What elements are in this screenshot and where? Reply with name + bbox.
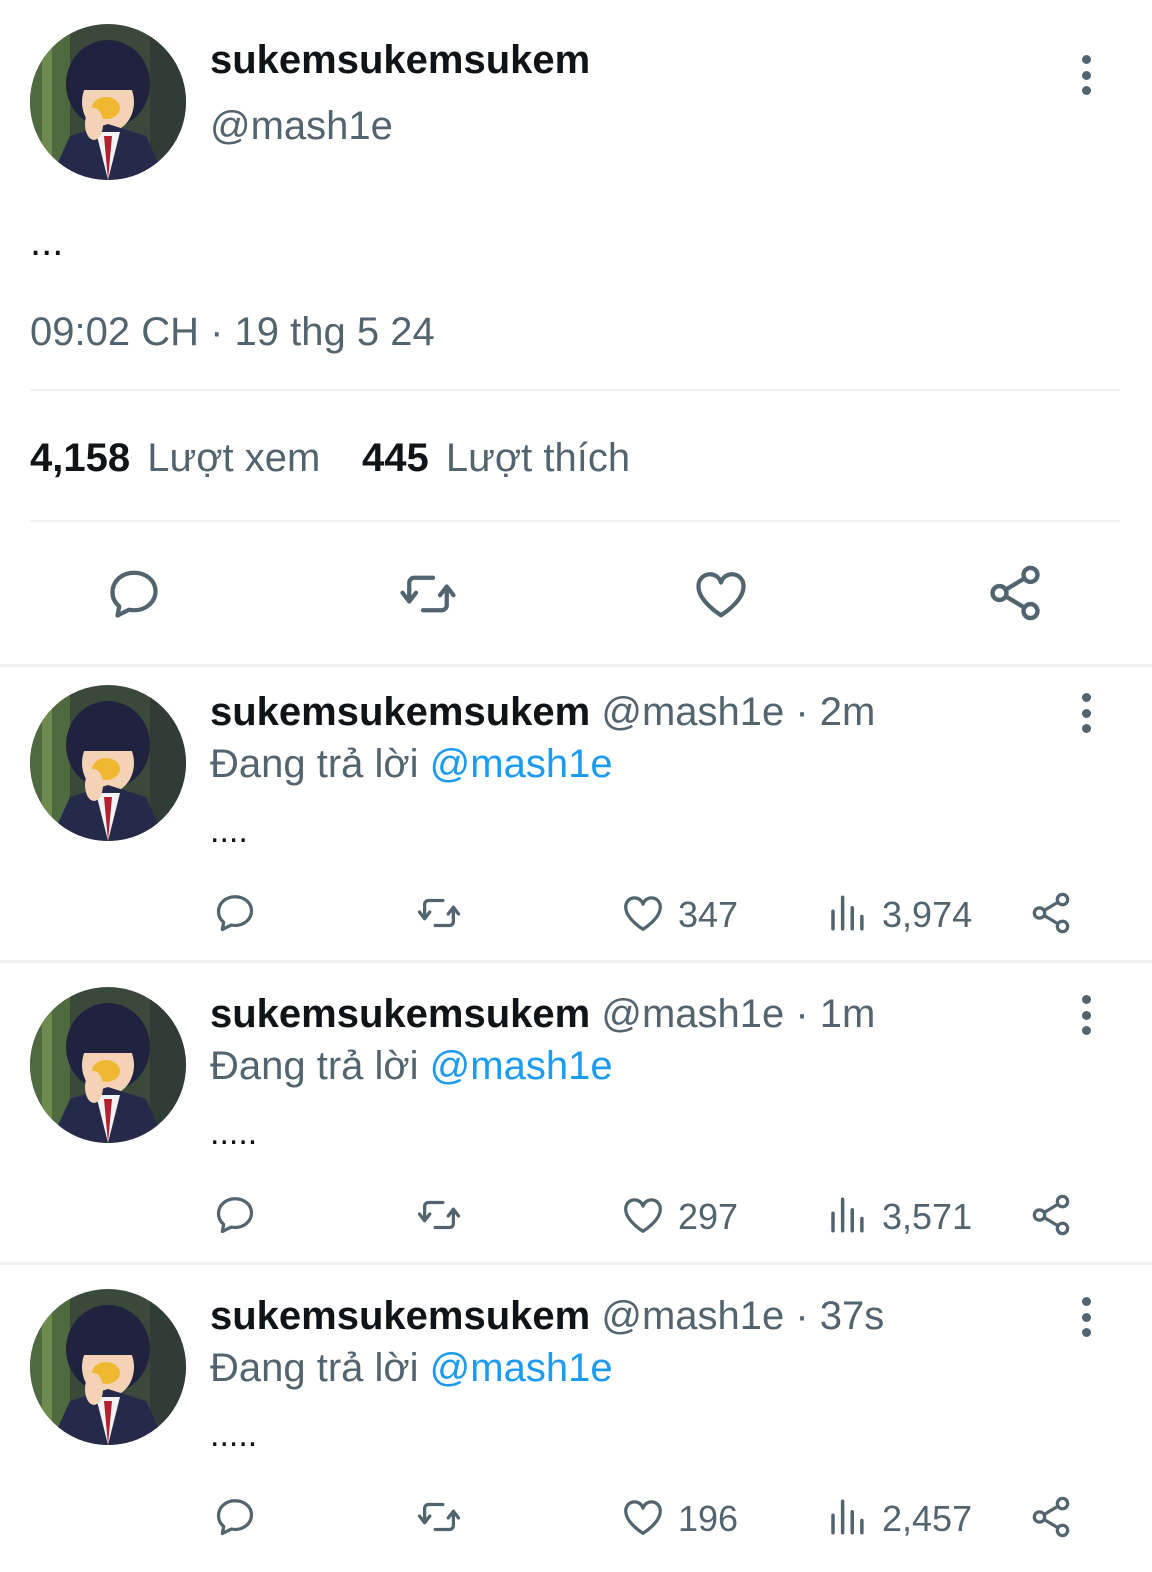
reply-header[interactable]: sukemsukemsukem @mash1e · 37s	[210, 1294, 884, 1339]
replying-to: Đang trả lời @mash1e	[210, 742, 613, 787]
views-count: 3,974	[882, 894, 973, 935]
handle-time: @mash1e · 2m	[601, 690, 876, 734]
replying-prefix: Đang trả lời	[210, 1044, 419, 1088]
retweet-icon[interactable]	[396, 564, 460, 624]
retweet-icon[interactable]	[412, 890, 466, 936]
like-icon[interactable]	[620, 890, 666, 936]
divider	[30, 389, 1120, 391]
handle-time: @mash1e · 37s	[601, 1294, 885, 1338]
display-name: sukemsukemsukem	[210, 992, 591, 1036]
divider	[0, 1262, 1152, 1265]
avatar[interactable]	[30, 685, 186, 841]
more-options-icon[interactable]	[1079, 1297, 1093, 1337]
like-count: 347	[678, 894, 739, 935]
handle-time: @mash1e · 1m	[601, 992, 876, 1036]
divider	[30, 520, 1120, 522]
reply-header[interactable]: sukemsukemsukem @mash1e · 1m	[210, 992, 875, 1037]
like-icon[interactable]	[620, 1192, 666, 1238]
tweet-timestamp[interactable]: 09:02 CH · 19 thg 5 24	[30, 310, 435, 355]
retweet-icon[interactable]	[412, 1494, 466, 1540]
more-options-icon[interactable]	[1079, 693, 1093, 733]
avatar[interactable]	[30, 1289, 186, 1445]
likes-stat[interactable]: 445 Lượt thích	[362, 436, 630, 481]
views-stat[interactable]: 4,158 Lượt xem	[30, 436, 320, 481]
views-icon[interactable]	[826, 1194, 868, 1236]
handle[interactable]: @mash1e	[210, 104, 393, 149]
share-icon[interactable]	[984, 562, 1046, 624]
views-icon[interactable]	[826, 1496, 868, 1538]
views-icon[interactable]	[826, 892, 868, 934]
replying-prefix: Đang trả lời	[210, 1346, 419, 1390]
mention-link[interactable]: @mash1e	[430, 742, 613, 786]
likes-label: Lượt thích	[445, 436, 631, 480]
more-options-icon[interactable]	[1079, 55, 1093, 95]
tweet-text: ...	[30, 220, 64, 264]
share-icon[interactable]	[1028, 1494, 1074, 1540]
views-count: 3,571	[882, 1196, 973, 1237]
display-name[interactable]: sukemsukemsukem	[210, 38, 590, 83]
likes-count: 445	[362, 436, 429, 480]
retweet-icon[interactable]	[412, 1192, 466, 1238]
reply-header[interactable]: sukemsukemsukem @mash1e · 2m	[210, 690, 875, 735]
mention-link[interactable]: @mash1e	[430, 1346, 613, 1390]
replying-prefix: Đang trả lời	[210, 742, 419, 786]
mention-link[interactable]: @mash1e	[430, 1044, 613, 1088]
reply-icon[interactable]	[212, 1192, 258, 1238]
like-count: 196	[678, 1498, 739, 1539]
reply-icon[interactable]	[104, 564, 164, 624]
like-count: 297	[678, 1196, 739, 1237]
views-count: 2,457	[882, 1498, 973, 1539]
views-label: Lượt xem	[147, 436, 321, 480]
views-count: 4,158	[30, 436, 131, 480]
reply-icon[interactable]	[212, 1494, 258, 1540]
reply-icon[interactable]	[212, 890, 258, 936]
share-icon[interactable]	[1028, 890, 1074, 936]
more-options-icon[interactable]	[1079, 995, 1093, 1035]
display-name: sukemsukemsukem	[210, 690, 591, 734]
tweet-text: .....	[210, 1114, 258, 1152]
tweet-text: ....	[210, 812, 248, 850]
like-icon[interactable]	[620, 1494, 666, 1540]
divider	[0, 960, 1152, 963]
like-icon[interactable]	[690, 564, 752, 624]
replying-to: Đang trả lời @mash1e	[210, 1346, 613, 1391]
share-icon[interactable]	[1028, 1192, 1074, 1238]
divider	[0, 664, 1152, 667]
replying-to: Đang trả lời @mash1e	[210, 1044, 613, 1089]
display-name: sukemsukemsukem	[210, 1294, 591, 1338]
avatar[interactable]	[30, 987, 186, 1143]
avatar[interactable]	[30, 24, 186, 180]
tweet-text: .....	[210, 1416, 258, 1454]
